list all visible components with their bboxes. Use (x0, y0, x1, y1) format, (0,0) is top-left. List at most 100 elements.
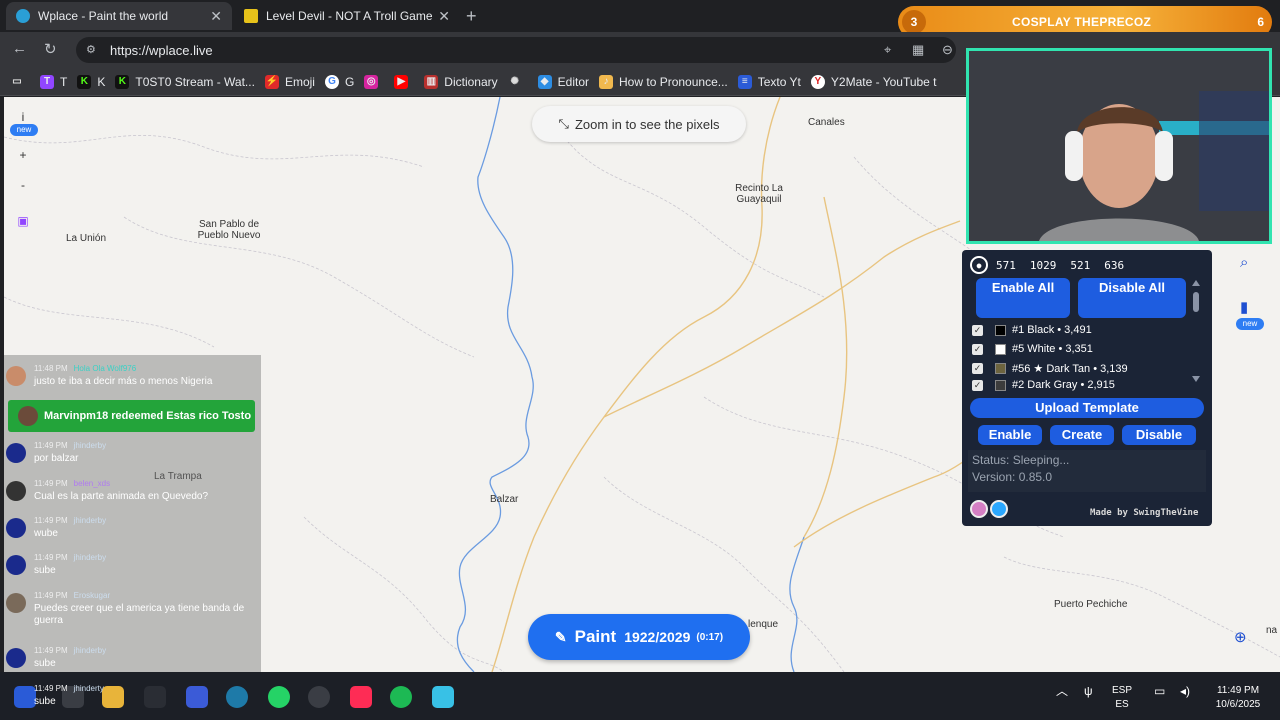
tiktok-icon[interactable] (350, 686, 372, 708)
color-row[interactable]: ✓ #56 ★ Dark Tan • 3,139 (972, 359, 1198, 377)
apps-icon[interactable]: ▦ (912, 42, 924, 58)
kick-icon: K (77, 74, 92, 89)
avatar (18, 406, 38, 426)
scrollbar-track (1192, 280, 1200, 382)
bookmark-pronounce[interactable]: ♪ How to Pronounce... (599, 74, 728, 89)
pin-icon[interactable]: ● (970, 256, 988, 274)
avatar (6, 593, 26, 613)
color-swatch (995, 324, 1006, 336)
avatar (6, 555, 26, 575)
locate-icon[interactable]: ⊕ (1234, 628, 1247, 646)
openai-icon: ✺ (510, 76, 519, 87)
create-button[interactable]: Create (1050, 425, 1114, 445)
search-icon[interactable]: ⌕ (1240, 254, 1248, 271)
credit-text: Made by SwingTheVine (1090, 508, 1199, 518)
spotify-icon[interactable] (390, 686, 412, 708)
zoom-icon[interactable]: ⊖ (942, 42, 953, 58)
tab-title: Level Devil - NOT A Troll Game (266, 9, 433, 23)
color-row[interactable]: ✓ #1 Black • 3,491 (972, 321, 1198, 339)
banner-right-num: 6 (1257, 15, 1264, 29)
upload-template-button[interactable]: Upload Template (970, 398, 1204, 418)
zoom-in-button[interactable]: + (10, 148, 36, 162)
webcam-image (969, 51, 1269, 241)
site-info-icon[interactable]: ⚙ (86, 43, 100, 57)
youtube-icon: ▶ (394, 74, 409, 89)
avatar (6, 648, 26, 668)
close-icon[interactable]: ✕ (210, 8, 222, 25)
network-icon[interactable]: ψ (1084, 684, 1093, 698)
globe-icon[interactable] (990, 500, 1008, 518)
language-indicator[interactable]: ESP ES (1112, 684, 1132, 712)
disable-button[interactable]: Disable (1122, 425, 1196, 445)
checkbox[interactable]: ✓ (972, 362, 983, 374)
twitch-icon[interactable]: ▣ (10, 214, 36, 228)
back-icon[interactable]: ← (12, 40, 27, 57)
location-icon[interactable]: ⌖ (884, 42, 891, 58)
blue-marble-icon[interactable] (970, 500, 988, 518)
bookmark-tosto[interactable]: K T0ST0 Stream - Wat... (115, 74, 255, 89)
tab-wplace[interactable]: Wplace - Paint the world ✕ (6, 2, 232, 30)
instagram-icon: ◎ (364, 74, 379, 89)
place-label: Recinto La Guayaquil (735, 183, 783, 205)
enable-all-button[interactable]: Enable All (976, 278, 1070, 318)
coord-value: 1029 (1029, 258, 1057, 272)
disable-all-button[interactable]: Disable All (1078, 278, 1186, 318)
new-tab-icon[interactable]: + (466, 6, 477, 27)
bookmark-menu[interactable]: ▭ (10, 75, 30, 89)
zoom-out-button[interactable]: - (10, 178, 36, 192)
bookmark-youtube[interactable]: ▶ (394, 74, 414, 89)
bookmark-k[interactable]: KK (77, 74, 105, 89)
dictionary-icon: ▥ (424, 74, 439, 89)
url-field[interactable]: ⚙ https://wplace.live (76, 37, 956, 63)
clock[interactable]: 11:49 PM 10/6/2025 (1206, 684, 1270, 712)
checkbox[interactable]: ✓ (972, 343, 983, 355)
bookmark-g[interactable]: GG (324, 74, 354, 89)
bookmark-openai[interactable]: ✺ (508, 75, 528, 89)
tab-title: Wplace - Paint the world (38, 9, 169, 23)
close-icon[interactable]: ✕ (438, 8, 450, 25)
google-icon: G (324, 74, 339, 89)
leaderboard-icon[interactable]: ▮ (1240, 298, 1248, 316)
doc-icon: ≡ (737, 74, 752, 89)
kick-icon: K (115, 74, 130, 89)
coordinates-row: ● 571 1029 521 636 (966, 254, 1208, 276)
bookmark-texto[interactable]: ≡ Texto Yt (737, 74, 801, 89)
pronounce-icon: ♪ (599, 74, 614, 89)
color-swatch (995, 379, 1006, 391)
avatar (6, 518, 26, 538)
bookmark-y2mate[interactable]: Y Y2Mate - YouTube t (810, 74, 937, 89)
paint-button[interactable]: ✎ Paint 1922/2029 (0:17) (528, 614, 750, 660)
url-text: https://wplace.live (110, 42, 213, 58)
color-row[interactable]: ✓ #2 Dark Gray • 2,915 (972, 378, 1198, 392)
bookmark-dictionary[interactable]: ▥ Dictionary (424, 74, 498, 89)
bookmark-instagram[interactable]: ◎ (364, 74, 384, 89)
bookmark-t[interactable]: TT (40, 74, 67, 89)
obs-icon[interactable] (308, 686, 330, 708)
bookmark-emoji[interactable]: ⚡ Emoji (264, 74, 315, 89)
globe-icon (16, 9, 30, 23)
checkbox[interactable]: ✓ (972, 324, 983, 336)
volume-icon[interactable]: ◂) (1180, 684, 1190, 698)
game-icon (244, 9, 258, 23)
zoom-hint-text: Zoom in to see the pixels (574, 116, 720, 132)
y2mate-icon: Y (810, 74, 825, 89)
tab-level-devil[interactable]: Level Devil - NOT A Troll Game ✕ (234, 2, 460, 30)
enable-button[interactable]: Enable (978, 425, 1042, 445)
notepad-icon[interactable] (432, 686, 454, 708)
brush-icon: ✎ (554, 628, 567, 645)
reload-icon[interactable]: ↻ (44, 40, 57, 58)
bookmark-editor[interactable]: ◆ Editor (537, 74, 589, 89)
color-list-scrollbar[interactable] (1192, 280, 1200, 384)
status-text: Status: Sleeping... (972, 453, 1070, 467)
color-row[interactable]: ✓ #5 White • 3,351 (972, 340, 1198, 358)
start-icon[interactable] (14, 686, 36, 708)
monitor-icon[interactable]: ▭ (1154, 684, 1165, 698)
chevron-up-icon[interactable]: ︿ (1056, 684, 1068, 698)
lightning-icon: ⚡ (264, 74, 279, 89)
place-label: Puerto Pechiche (1054, 599, 1128, 610)
twitch-icon: T (40, 74, 54, 89)
whatsapp-icon[interactable] (268, 686, 290, 708)
status-box[interactable]: Status: Sleeping... Version: 0.85.0 (968, 450, 1206, 492)
info-button[interactable]: i (10, 110, 36, 124)
checkbox[interactable]: ✓ (972, 379, 983, 391)
